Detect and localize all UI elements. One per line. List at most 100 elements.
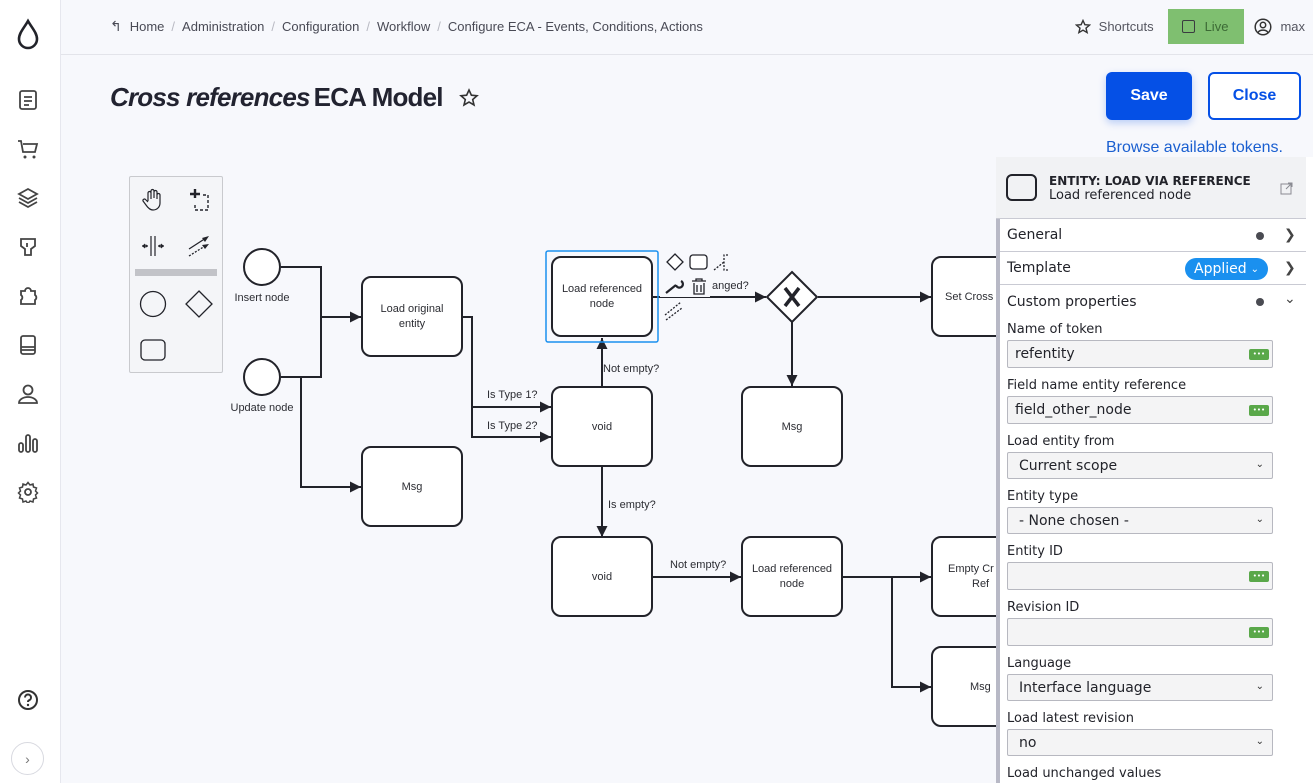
sidebar-item-configuration[interactable] [15, 332, 41, 358]
chevron-down-icon: ⌄ [1255, 459, 1264, 470]
revision-id-input[interactable]: ••• [1007, 618, 1273, 646]
external-link-icon[interactable] [1280, 182, 1293, 195]
group-custom-properties[interactable]: Custom properties ⌄ [1000, 285, 1306, 318]
chevron-right-icon: ❯ [1284, 227, 1296, 243]
lasso-icon [190, 189, 209, 211]
entity-id-input[interactable]: ••• [1007, 562, 1273, 590]
user-circle-icon [1254, 17, 1272, 36]
create-gateway-button[interactable] [182, 287, 216, 321]
load-from-select[interactable]: Current scope ⌄ [1007, 452, 1273, 479]
sidebar-item-settings[interactable] [15, 479, 41, 505]
load-from-value: Current scope [1019, 457, 1118, 474]
sidebar-item-content[interactable] [15, 87, 41, 113]
data-indicator-dot [1256, 298, 1264, 306]
user-menu[interactable]: max [1244, 17, 1313, 36]
group-label: Template [1007, 260, 1071, 276]
token-browser-icon[interactable]: ••• [1249, 349, 1269, 360]
breadcrumb-administration[interactable]: Administration [182, 19, 264, 34]
task-load-ref-1 [551, 256, 653, 337]
space-tool-icon [142, 236, 164, 256]
breadcrumb-separator: / [437, 19, 441, 34]
sidebar-item-people[interactable] [15, 381, 41, 407]
hand-icon [142, 188, 161, 211]
global-connect-tool-button[interactable] [182, 229, 216, 263]
language-select[interactable]: Interface language ⌄ [1007, 674, 1273, 701]
shortcuts-label: Shortcuts [1098, 19, 1154, 34]
breadcrumb-workflow[interactable]: Workflow [377, 19, 430, 34]
gear-icon [17, 481, 39, 503]
flow-update-msg [300, 377, 361, 493]
start-event-icon [139, 290, 167, 318]
task-icon [140, 339, 166, 361]
badge-label: Applied [1194, 261, 1247, 277]
back-arrow-icon[interactable]: ↰ [110, 18, 122, 35]
token-browser-icon[interactable]: ••• [1249, 571, 1269, 582]
revision-id-label: Revision ID [1007, 600, 1080, 615]
drupal-logo-icon[interactable] [14, 18, 42, 50]
flow-insert-load-original [281, 266, 361, 323]
create-start-event-button[interactable] [136, 287, 170, 321]
book-icon [20, 335, 36, 355]
help-icon [18, 690, 38, 710]
task-set-cross [931, 256, 996, 337]
breadcrumb-configure-eca[interactable]: Configure ECA - Events, Conditions, Acti… [448, 19, 703, 34]
properties-panel-header: ENTITY: LOAD VIA REFERENCE Load referenc… [996, 157, 1306, 219]
favorite-star-icon[interactable] [458, 87, 479, 108]
save-button[interactable]: Save [1106, 72, 1192, 120]
page-title: Cross references ECA Model [110, 82, 479, 113]
lasso-tool-button[interactable] [182, 183, 216, 217]
task-void-1 [551, 386, 653, 467]
task-msg-3 [931, 646, 996, 727]
token-browser-icon[interactable]: ••• [1249, 627, 1269, 638]
chevron-down-icon: ⌄ [1250, 263, 1260, 275]
sidebar-item-commerce[interactable] [15, 136, 41, 162]
sidebar-expand-button[interactable]: › [11, 742, 44, 775]
close-button[interactable]: Close [1208, 72, 1301, 120]
properties-panel: ENTITY: LOAD VIA REFERENCE Load referenc… [996, 157, 1313, 783]
breadcrumb-separator: / [171, 19, 176, 34]
exclusive-gateway [765, 270, 819, 324]
task-load-ref-2 [741, 536, 843, 617]
flow-type2 [471, 407, 551, 443]
element-name: Load referenced node [1049, 188, 1192, 203]
create-task-button[interactable] [136, 333, 170, 367]
sidebar-item-reports[interactable] [15, 430, 41, 456]
field-name-input[interactable]: field_other_node ••• [1007, 396, 1273, 424]
token-name-input[interactable]: refentity ••• [1007, 340, 1273, 368]
hand-tool-button[interactable] [136, 183, 170, 217]
task-msg-2 [741, 386, 843, 467]
browse-tokens-link[interactable]: Browse available tokens. [1106, 139, 1283, 157]
page-title-suffix: ECA Model [313, 82, 444, 112]
connect-icon [188, 236, 209, 257]
entity-type-select[interactable]: - None chosen - ⌄ [1007, 507, 1273, 534]
sidebar-item-help[interactable] [15, 687, 41, 713]
shortcuts-button[interactable]: Shortcuts [1061, 18, 1168, 35]
breadcrumb-configuration[interactable]: Configuration [282, 19, 359, 34]
group-general[interactable]: General ❯ [1000, 219, 1306, 252]
space-tool-button[interactable] [136, 229, 170, 263]
document-icon [19, 90, 37, 110]
latest-revision-value: no [1019, 734, 1037, 751]
chevron-down-icon: ⌄ [1255, 736, 1264, 747]
sidebar-item-extend[interactable] [15, 283, 41, 309]
token-browser-icon[interactable]: ••• [1249, 405, 1269, 416]
checkbox-icon [1181, 20, 1195, 33]
sidebar-item-appearance[interactable] [15, 234, 41, 260]
top-bar: ↰ Home / Administration / Configuration … [61, 0, 1313, 55]
latest-revision-label: Load latest revision [1007, 711, 1134, 726]
sidebar-item-structure[interactable] [15, 185, 41, 211]
token-name-label: Name of token [1007, 322, 1103, 337]
live-toggle[interactable]: Live [1167, 9, 1245, 44]
star-icon [1074, 18, 1091, 34]
task-msg-1 [361, 446, 463, 527]
group-label: Custom properties [1007, 293, 1137, 310]
chevron-down-icon: ⌄ [1255, 514, 1264, 525]
chevron-down-icon: ⌄ [1255, 681, 1264, 692]
breadcrumb-home[interactable]: Home [130, 19, 165, 34]
group-template[interactable]: Template Applied ⌄ ❯ [1000, 252, 1306, 285]
palette-separator [135, 269, 217, 276]
template-applied-badge[interactable]: Applied ⌄ [1185, 258, 1269, 280]
latest-revision-select[interactable]: no ⌄ [1007, 729, 1273, 756]
data-indicator-dot [1256, 232, 1264, 240]
properties-panel-body: General ❯ Template Applied ⌄ ❯ Custom pro… [996, 219, 1306, 783]
